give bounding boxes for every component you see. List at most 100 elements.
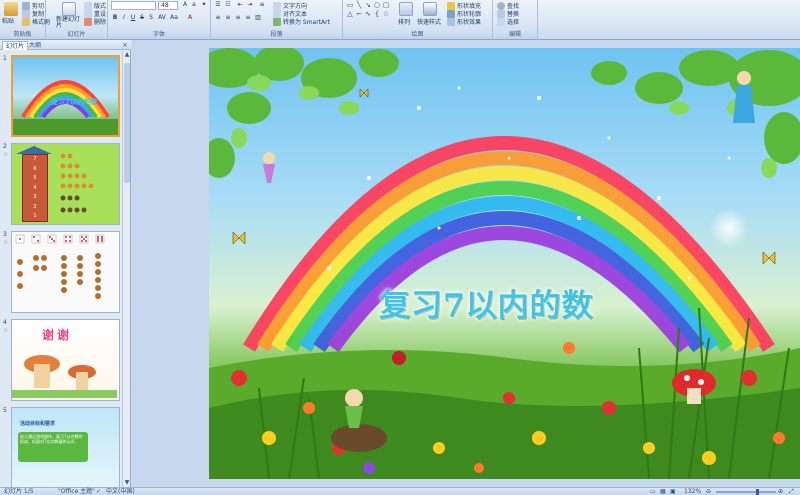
align-right-button[interactable]: ≡ bbox=[234, 14, 242, 22]
rectangle-shape-icon[interactable]: ▭ bbox=[346, 1, 354, 9]
strikethrough-button[interactable]: S bbox=[138, 14, 146, 22]
new-slide-icon bbox=[62, 2, 76, 16]
spacing-button[interactable]: AV bbox=[158, 14, 166, 22]
quick-styles-button[interactable]: 快速样式 bbox=[417, 17, 441, 26]
thumb-goal-body: 幼儿通过游戏操作，复习7以内数的形成，巩固对7以内数量的认识。 bbox=[18, 432, 88, 462]
slides-group: 新建幻灯片 版式 重设 删除 幻灯片 bbox=[46, 0, 108, 40]
slide-number: 3 bbox=[3, 231, 7, 238]
panel-tabs: 幻灯片 大纲 × bbox=[0, 40, 131, 50]
slide-thumbnail-4[interactable]: 谢谢 bbox=[11, 319, 120, 401]
zoom-slider-thumb[interactable] bbox=[756, 489, 759, 495]
oval-shape-icon[interactable]: ○ bbox=[373, 1, 381, 9]
paste-button[interactable]: 粘贴 bbox=[2, 16, 14, 25]
slide-number: 1 bbox=[3, 55, 7, 62]
fit-slide-icon[interactable]: ⤢ bbox=[789, 488, 794, 495]
slide-editor: 复习7以内的数 bbox=[132, 40, 800, 487]
slide-title[interactable]: 复习7以内的数 bbox=[379, 280, 594, 325]
columns-button[interactable]: ▥ bbox=[254, 14, 262, 22]
panel-scrollbar[interactable]: ▲ ▼ bbox=[122, 51, 130, 487]
ladder-1: 1 bbox=[33, 213, 37, 219]
underline-button[interactable]: U bbox=[129, 14, 137, 22]
language-indicator: 中文(中国) bbox=[106, 488, 135, 495]
shadow-button[interactable]: S bbox=[147, 14, 155, 22]
drawing-group: ▭ ╲ ↘ ○ ▢ △ ⌐ ∿ { ☆ 排列 快速样式 形状填充 形状轮廓 形状… bbox=[343, 0, 493, 40]
smartart-button[interactable]: 转换为 SmartArt bbox=[273, 17, 330, 26]
slide-number: 5 bbox=[3, 407, 7, 414]
slideshow-icon[interactable]: ▣ bbox=[670, 488, 676, 495]
thumb-dice-and-animals bbox=[15, 234, 105, 299]
slides-panel: 幻灯片 大纲 × 1 复习7以内的数 2 ☆ 7 6 5 4 3 2 1 3 ☆… bbox=[0, 40, 131, 487]
select-button[interactable]: 选择 bbox=[497, 17, 519, 26]
arrange-button[interactable]: 排列 bbox=[398, 17, 410, 26]
cursor-icon bbox=[497, 17, 505, 26]
curve-shape-icon[interactable]: ∿ bbox=[364, 10, 372, 18]
line-shape-icon[interactable]: ╲ bbox=[355, 1, 363, 9]
slide-number: 2 bbox=[3, 143, 7, 150]
font-name-combo[interactable] bbox=[111, 1, 156, 10]
zoom-out-icon[interactable]: ⊖ bbox=[706, 488, 711, 495]
triangle-shape-icon[interactable]: △ bbox=[346, 10, 354, 18]
thumb-rainbow bbox=[13, 80, 118, 135]
font-color-button[interactable]: A bbox=[186, 14, 194, 22]
slide-thumbnail-1[interactable]: 复习7以内的数 bbox=[11, 55, 120, 137]
slide-sorter-icon[interactable]: ▦ bbox=[660, 488, 666, 495]
bold-button[interactable]: B bbox=[111, 14, 119, 22]
theme-name: "Office 主题" bbox=[58, 488, 95, 495]
thumb-mushroom-house bbox=[12, 355, 117, 398]
smartart-icon bbox=[273, 17, 281, 26]
font-group: 48 A a ✦ B I U S S AV Aa A 字体 bbox=[108, 0, 211, 40]
shrink-font-button[interactable]: a bbox=[190, 1, 198, 9]
slides-group-label: 幻灯片 bbox=[46, 31, 107, 39]
bullets-button[interactable]: ☰ bbox=[214, 1, 222, 9]
decrease-indent-button[interactable]: ⇤ bbox=[236, 1, 244, 9]
align-left-button[interactable]: ≡ bbox=[214, 14, 222, 22]
close-panel-icon[interactable]: × bbox=[122, 41, 128, 49]
ladder-7: 7 bbox=[33, 156, 37, 162]
increase-indent-button[interactable]: ⇥ bbox=[246, 1, 254, 9]
grow-font-button[interactable]: A bbox=[181, 1, 189, 9]
powerpoint-window: 粘贴 剪切 复制 格式刷 剪贴板 新建幻灯片 版式 重设 删除 幻灯片 48 A… bbox=[0, 0, 800, 495]
ribbon: 粘贴 剪切 复制 格式刷 剪贴板 新建幻灯片 版式 重设 删除 幻灯片 48 A… bbox=[0, 0, 800, 40]
thumb-animal-rows bbox=[60, 153, 94, 213]
editing-group: 查找 替换 选择 编辑 bbox=[493, 0, 538, 40]
slide-thumbnail-3[interactable] bbox=[11, 231, 120, 313]
normal-view-icon[interactable]: ▭ bbox=[650, 488, 656, 495]
scroll-down-icon[interactable]: ▼ bbox=[123, 479, 131, 487]
rounded-rect-shape-icon[interactable]: ▢ bbox=[382, 1, 390, 9]
number-ladder: 7 6 5 4 3 2 1 bbox=[22, 154, 48, 222]
star-shape-icon[interactable]: ☆ bbox=[382, 10, 390, 18]
connector-shape-icon[interactable]: ⌐ bbox=[355, 10, 363, 18]
numbering-button[interactable]: ☷ bbox=[224, 1, 232, 9]
animation-star-icon: ☆ bbox=[3, 151, 9, 158]
font-size-combo[interactable]: 48 bbox=[158, 1, 178, 10]
paste-icon bbox=[4, 2, 18, 16]
change-case-button[interactable]: Aa bbox=[170, 14, 178, 22]
justify-button[interactable]: ≡ bbox=[244, 14, 252, 22]
clipboard-group: 粘贴 剪切 复制 格式刷 剪贴板 bbox=[0, 0, 50, 40]
delete-slide-button[interactable]: 删除 bbox=[84, 17, 106, 26]
italic-button[interactable]: I bbox=[120, 14, 128, 22]
arrow-shape-icon[interactable]: ↘ bbox=[364, 1, 372, 9]
zoom-slider[interactable] bbox=[716, 491, 776, 493]
spellcheck-icon[interactable]: ✓ bbox=[96, 488, 101, 495]
slide-thumbnail-5[interactable]: 活动目标和要求 幼儿通过游戏操作，复习7以内数的形成，巩固对7以内数量的认识。 bbox=[11, 407, 120, 487]
shape-effects-button[interactable]: 形状效果 bbox=[447, 17, 481, 26]
tab-slides[interactable]: 幻灯片 bbox=[2, 41, 29, 50]
zoom-level[interactable]: 132% bbox=[684, 488, 701, 495]
align-center-button[interactable]: ≡ bbox=[224, 14, 232, 22]
line-spacing-button[interactable]: ≡ bbox=[258, 1, 266, 9]
slide-canvas[interactable]: 复习7以内的数 bbox=[209, 48, 800, 479]
slide-thumbnail-2[interactable]: 7 6 5 4 3 2 1 bbox=[11, 143, 120, 225]
thumb-title: 复习7以内的数 bbox=[51, 98, 98, 106]
delete-icon bbox=[84, 17, 92, 26]
scroll-thumb[interactable] bbox=[124, 63, 130, 183]
scroll-up-icon[interactable]: ▲ bbox=[123, 51, 131, 59]
brace-shape-icon[interactable]: { bbox=[373, 10, 381, 18]
font-group-label: 字体 bbox=[108, 31, 210, 39]
zoom-in-icon[interactable]: ⊕ bbox=[778, 488, 783, 495]
ladder-3: 3 bbox=[33, 194, 37, 200]
new-slide-button[interactable]: 新建幻灯片 bbox=[56, 17, 80, 29]
paragraph-group: ☰ ☷ ⇤ ⇥ ≡ ≡ ≡ ≡ ≡ ▥ 文字方向 对齐文本 转换为 SmartA… bbox=[211, 0, 343, 40]
tab-outline[interactable]: 大纲 bbox=[26, 41, 44, 50]
clear-format-button[interactable]: ✦ bbox=[200, 1, 208, 9]
